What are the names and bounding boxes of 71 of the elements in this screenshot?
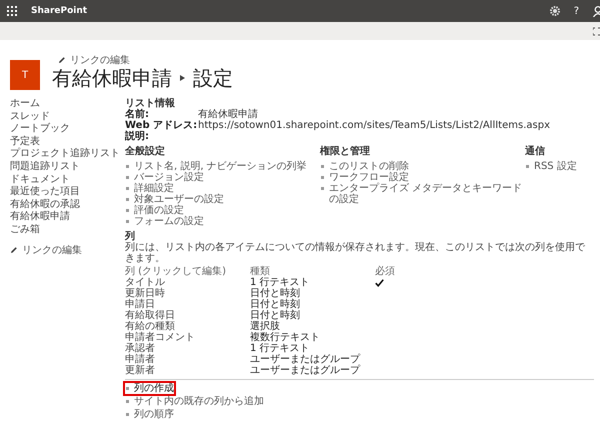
column-header: 必須 [375,266,396,277]
nav-link[interactable]: ドキュメント [10,174,125,186]
table-cell-text: 日付と時刻 [250,288,301,299]
section-heading: 全般設定 [125,146,166,157]
person-icon[interactable] [593,6,600,16]
nav-link[interactable]: 有給休暇申請 [10,211,125,224]
settings-link[interactable]: フォームの設定 [125,216,204,227]
column-header: 列 (クリックして編集) [125,266,227,277]
table-cell-text: ユーザーまたはグループ [250,365,362,376]
nav-link[interactable]: 有給休暇の承認 [10,198,125,212]
column-name-link[interactable]: 承認者 [125,343,250,354]
field-label: Web アドレス: [125,120,198,131]
column-name-link[interactable]: 有給取得日 [125,310,250,321]
breadcrumb-arrow-icon [180,75,185,81]
settings-link[interactable]: 詳細設定 [125,183,174,194]
edit-links-link[interactable]: リンクの編集 [22,242,82,257]
help-button[interactable]: ? [574,6,579,16]
check-icon [375,278,384,286]
settings-link[interactable]: このリストの削除 [320,161,409,172]
table-cell-text: 日付と時刻 [250,310,301,321]
page-title: 設定 [193,66,233,90]
field-label: 説明: [125,131,150,142]
section-heading: 権限と管理 [320,146,371,157]
nav-link[interactable]: 最近使った項目 [10,186,125,199]
table-cell-text: 1 行テキスト [250,343,311,354]
settings-link[interactable]: ワークフロー設定 [320,172,409,183]
table-cell-text: 複数行テキスト [250,332,321,343]
site-logo[interactable]: T [10,60,40,90]
column-name-link[interactable]: 申請者コメント [125,332,250,343]
action-link[interactable]: 列の順序 [123,407,176,422]
table-cell-text: 選択肢 [250,321,281,332]
column-name-link[interactable]: 申請日 [125,299,250,310]
table-cell-text: ユーザーまたはグループ [250,354,362,365]
settings-link[interactable]: エンタープライズ メタデータとキーワードの設定 [320,183,525,205]
app-launcher-icon[interactable] [7,6,17,16]
nav-link[interactable]: 問題追跡リスト [10,160,125,174]
section-heading: リスト情報 [125,98,175,109]
settings-link[interactable]: 対象ユーザーの設定 [125,194,224,205]
edit-links-link[interactable]: リンクの編集 [70,53,130,67]
pencil-icon [58,56,66,64]
table-cell-text: 日付と時刻 [250,299,301,310]
app-name[interactable]: SharePoint [31,6,550,16]
section-heading: 列 [125,231,135,242]
field-value: https://sotown01.sharepoint.com/sites/Team5/Lists/List2/AllItems.aspx [198,120,551,131]
site-title[interactable]: 有給休暇申請 [52,66,172,90]
settings-icon[interactable] [550,6,560,16]
nav-link[interactable]: プロジェクト追跡リスト [10,148,125,161]
settings-link[interactable]: バージョン設定 [125,172,204,183]
nav-link[interactable]: 予定表 [10,136,125,148]
nav-link[interactable]: ごみ箱 [10,224,125,237]
table-cell-text: 1 行テキスト [250,277,311,288]
column-name-link[interactable]: 更新者 [125,365,250,376]
section-heading: 通信 [525,146,546,157]
field-value: 有給休暇申請 [198,109,259,120]
focus-icon[interactable] [593,26,600,36]
pencil-icon [10,246,18,254]
settings-link[interactable]: リスト名, 説明, ナビゲーションの列挙 [125,161,307,172]
column-name-link[interactable]: タイトル [125,277,250,288]
settings-link[interactable]: 評価の設定 [125,205,184,216]
column-header: 種類 [250,266,271,277]
column-name-link[interactable]: 申請者 [125,354,250,365]
column-name-link[interactable]: 更新日時 [125,288,250,299]
nav-link[interactable]: スレッド [10,110,125,124]
action-link[interactable]: 列の作成 [123,381,176,396]
column-name-link[interactable]: 有給の種類 [125,321,250,332]
action-link[interactable]: サイト内の既存の列から追加 [123,394,266,409]
nav-link[interactable]: ノートブック [10,123,125,136]
description-text: 列には、リスト内の各アイテムについての情報が保存されます。現在、このリストでは次の列を使用できます。 [125,242,586,264]
settings-link[interactable]: RSS 設定 [525,161,577,172]
nav-link[interactable]: ホーム [10,98,125,111]
field-label: 名前: [125,109,150,120]
